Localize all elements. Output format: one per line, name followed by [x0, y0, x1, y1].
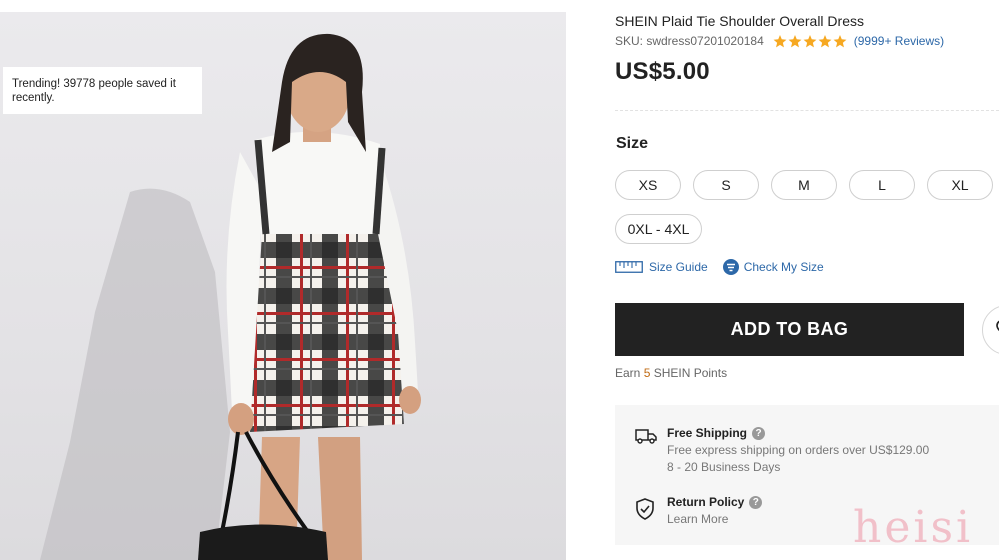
reviews-link[interactable]: (9999+ Reviews) — [854, 34, 944, 48]
free-shipping-title: Free Shipping — [667, 426, 748, 440]
star-icon — [803, 34, 817, 47]
size-option-xs[interactable]: XS — [615, 170, 681, 200]
watermark: heisi — [853, 502, 974, 553]
divider — [615, 110, 999, 111]
size-help-row: Size Guide Check My Size — [615, 259, 839, 275]
size-guide-link[interactable]: Size Guide — [615, 260, 708, 274]
check-my-size-link[interactable]: Check My Size — [722, 259, 824, 275]
question-icon[interactable]: ? — [749, 495, 763, 509]
size-label: Size — [616, 135, 649, 152]
sku-text: SKU: swdress07201020184 — [615, 34, 764, 48]
learn-more-link[interactable]: Learn More — [667, 511, 762, 528]
size-option-s[interactable]: S — [693, 170, 759, 200]
product-image[interactable]: Trending! 39778 people saved it recently… — [0, 12, 566, 560]
points-suffix: SHEIN Points — [650, 366, 728, 380]
add-to-bag-button[interactable]: ADD TO BAG — [615, 303, 964, 356]
trending-badge: Trending! 39778 people saved it recently… — [3, 67, 202, 114]
free-shipping-item: Free Shipping? Free express shipping on … — [635, 426, 929, 476]
question-icon[interactable]: ? — [752, 426, 766, 440]
shipping-threshold: Free express shipping on orders over US$… — [667, 443, 930, 457]
points-text: Earn 5 SHEIN Points — [615, 366, 727, 380]
wishlist-button[interactable] — [982, 305, 999, 355]
size-option-m[interactable]: M — [771, 170, 837, 200]
star-icon — [818, 34, 832, 47]
check-my-size-label: Check My Size — [743, 260, 824, 274]
star-icon — [773, 34, 787, 47]
size-option-0xl-4xl[interactable]: 0XL - 4XL — [615, 214, 702, 244]
points-prefix: Earn — [615, 366, 644, 380]
star-icon — [788, 34, 802, 47]
star-icon — [833, 34, 847, 47]
truck-icon — [635, 429, 657, 444]
size-guide-label: Size Guide — [649, 260, 708, 274]
shipping-time: 8 - 20 Business Days — [667, 460, 781, 474]
size-option-l[interactable]: L — [849, 170, 915, 200]
product-title: SHEIN Plaid Tie Shoulder Overall Dress — [615, 13, 864, 29]
product-price: US$5.00 — [615, 58, 710, 85]
rating-stars[interactable] — [773, 34, 848, 48]
sku-rating-row: SKU: swdress07201020184 (9999+ Reviews) — [615, 34, 944, 48]
return-policy-item: Return Policy? Learn More — [635, 495, 763, 528]
trending-text: Trending! 39778 people saved it recently… — [12, 78, 176, 104]
shield-icon — [636, 498, 654, 520]
ruler-icon — [615, 261, 643, 273]
check-size-icon — [722, 259, 739, 275]
size-option-xl[interactable]: XL — [927, 170, 993, 200]
return-policy-title: Return Policy — [667, 495, 745, 509]
